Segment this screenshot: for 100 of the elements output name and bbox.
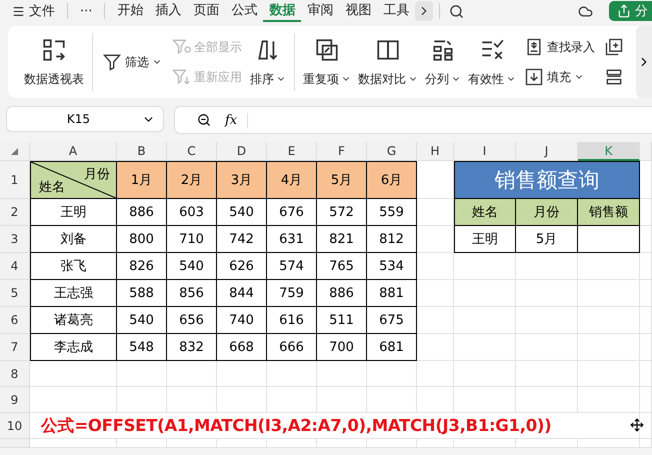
- column-header[interactable]: H: [417, 142, 454, 161]
- move-cursor-icon: [630, 418, 644, 432]
- pivot-table-icon: [41, 36, 67, 62]
- empty-cell[interactable]: [640, 253, 652, 280]
- empty-cell[interactable]: [117, 439, 167, 448]
- empty-cell[interactable]: [578, 361, 640, 387]
- table-cell: 700: [317, 334, 367, 361]
- empty-cell[interactable]: [640, 280, 652, 307]
- row-header[interactable]: 5: [0, 280, 30, 307]
- empty-cell[interactable]: [167, 387, 217, 413]
- column-header[interactable]: A: [30, 142, 117, 161]
- row-header[interactable]: 1: [0, 161, 30, 199]
- row-header[interactable]: 7: [0, 334, 30, 361]
- empty-cell[interactable]: [640, 387, 652, 413]
- more-button[interactable]: ···: [74, 1, 98, 21]
- row-header[interactable]: 3: [0, 226, 30, 253]
- ribbon-tab[interactable]: 视图: [339, 0, 378, 22]
- empty-cell[interactable]: [516, 307, 578, 334]
- ribbon-button[interactable]: 有效性: [465, 36, 519, 88]
- empty-cell[interactable]: [516, 334, 578, 361]
- empty-cell[interactable]: [516, 361, 578, 387]
- empty-cell[interactable]: [578, 413, 640, 439]
- header-label: 姓名: [39, 179, 65, 196]
- empty-cell[interactable]: [516, 387, 578, 413]
- empty-cell[interactable]: [417, 361, 454, 387]
- empty-cell[interactable]: [454, 439, 516, 448]
- row-header[interactable]: 2: [0, 199, 30, 226]
- table-cell: 王志强: [30, 280, 117, 307]
- column-header[interactable]: B: [117, 142, 167, 161]
- arrow-down-box-icon: [524, 67, 544, 87]
- empty-cell[interactable]: [516, 280, 578, 307]
- row-header[interactable]: 4: [0, 253, 30, 280]
- empty-cell[interactable]: [367, 439, 417, 448]
- empty-cell[interactable]: [640, 439, 652, 448]
- empty-cell[interactable]: [640, 361, 652, 387]
- ribbon-scroll-button[interactable]: [636, 26, 652, 98]
- empty-cell[interactable]: [317, 439, 367, 448]
- empty-cell[interactable]: [267, 439, 317, 448]
- column-header[interactable]: C: [167, 142, 217, 161]
- row-header[interactable]: 9: [0, 387, 30, 413]
- empty-cell[interactable]: [117, 387, 167, 413]
- row-header[interactable]: [0, 439, 30, 448]
- select-all-corner[interactable]: [0, 142, 30, 161]
- table-cell: 681: [367, 334, 417, 361]
- column-header[interactable]: D: [217, 142, 267, 161]
- menu-icon: [12, 4, 25, 18]
- column-header[interactable]: E: [267, 142, 317, 161]
- empty-cell[interactable]: [578, 280, 640, 307]
- ribbon-button[interactable]: 查找录入: [520, 36, 599, 58]
- ribbon-tab[interactable]: 工具: [377, 0, 416, 22]
- row-header[interactable]: 10: [0, 413, 30, 439]
- empty-cell[interactable]: [516, 439, 578, 448]
- table-cell: 574: [267, 253, 317, 280]
- empty-cell[interactable]: [640, 334, 652, 361]
- column-header[interactable]: G: [367, 142, 417, 161]
- empty-cell[interactable]: [454, 387, 516, 413]
- empty-cell[interactable]: [454, 334, 516, 361]
- column-header[interactable]: J: [516, 142, 578, 161]
- ribbon-tab[interactable]: 公式: [225, 0, 264, 22]
- empty-cell[interactable]: [578, 307, 640, 334]
- share-button[interactable]: 分: [609, 1, 652, 21]
- ribbon-button[interactable]: 筛选: [98, 51, 166, 73]
- formula-input[interactable]: fx: [174, 106, 652, 134]
- ribbon-button[interactable]: 排序: [247, 36, 289, 88]
- row-header[interactable]: 6: [0, 307, 30, 334]
- empty-cell[interactable]: [578, 387, 640, 413]
- column-header[interactable]: [640, 142, 652, 161]
- empty-cell[interactable]: [267, 387, 317, 413]
- empty-cell[interactable]: [454, 280, 516, 307]
- column-header[interactable]: F: [317, 142, 367, 161]
- ribbon-button[interactable]: 数据对比: [355, 36, 421, 88]
- ribbon-tab[interactable]: 审阅: [301, 0, 340, 22]
- empty-cell[interactable]: [640, 307, 652, 334]
- empty-cell[interactable]: [317, 387, 367, 413]
- ribbon-tab[interactable]: 开始: [111, 0, 150, 22]
- column-header[interactable]: I: [454, 142, 516, 161]
- empty-cell[interactable]: [167, 439, 217, 448]
- file-menu[interactable]: 文件: [6, 1, 61, 21]
- empty-cell[interactable]: [417, 387, 454, 413]
- ribbon-button[interactable]: 数据透视表: [21, 36, 87, 88]
- empty-cell[interactable]: [367, 387, 417, 413]
- empty-cell[interactable]: [454, 307, 516, 334]
- empty-cell[interactable]: [217, 439, 267, 448]
- empty-cell[interactable]: [578, 334, 640, 361]
- ribbon-tab[interactable]: 数据: [263, 0, 302, 22]
- ribbon-tab[interactable]: 插入: [149, 0, 188, 22]
- ribbon-button[interactable]: 重复项: [300, 36, 354, 88]
- name-box[interactable]: K15: [6, 106, 164, 132]
- empty-cell[interactable]: [417, 439, 454, 448]
- scroll-tabs-button[interactable]: [415, 1, 434, 21]
- empty-cell[interactable]: [578, 439, 640, 448]
- empty-cell[interactable]: [640, 413, 652, 439]
- ribbon-tab[interactable]: 页面: [187, 0, 226, 22]
- ribbon-button[interactable]: 分列: [422, 36, 464, 88]
- empty-cell[interactable]: [454, 361, 516, 387]
- rows-icon: [604, 67, 624, 87]
- ribbon-button[interactable]: 填充: [520, 66, 599, 88]
- row-header[interactable]: 8: [0, 361, 30, 387]
- empty-cell[interactable]: [217, 387, 267, 413]
- table-cell: 王明: [454, 226, 516, 253]
